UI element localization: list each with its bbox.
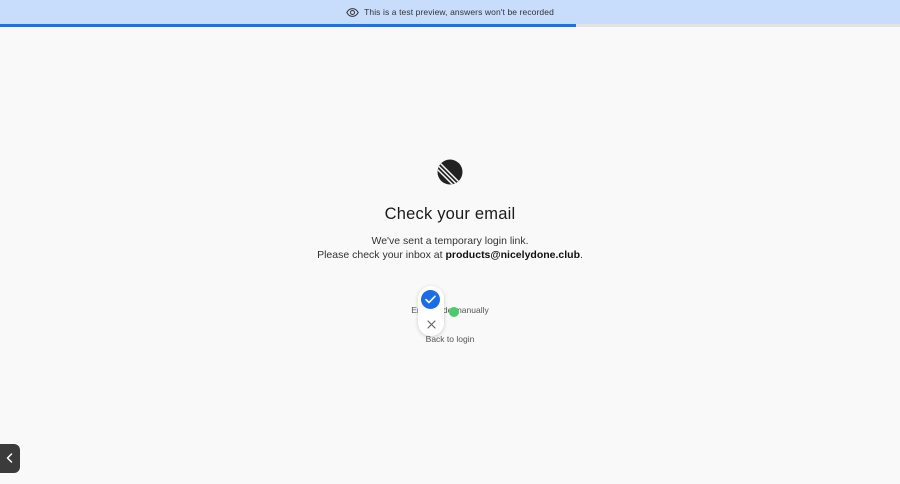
close-icon[interactable] [423, 316, 439, 332]
inbox-message-suffix: . [580, 249, 583, 261]
email-address: products@nicelydone.club [445, 249, 580, 261]
checkmark-icon[interactable] [421, 290, 440, 309]
page-title: Check your email [384, 205, 516, 223]
inbox-message: Please check your inbox at products@nice… [0, 249, 900, 261]
inbox-message-prefix: Please check your inbox at [317, 249, 446, 261]
feedback-popup [418, 286, 444, 336]
cursor-indicator [449, 307, 459, 317]
progress-bar [0, 24, 900, 27]
back-to-login-link[interactable]: Back to login [0, 334, 900, 344]
preview-banner-text: This is a test preview, answers won't be… [364, 7, 554, 17]
eye-icon [346, 7, 359, 17]
sidebar-toggle-button[interactable] [0, 444, 20, 473]
linear-logo-icon [437, 159, 463, 185]
preview-banner: This is a test preview, answers won't be… [0, 0, 900, 24]
chevron-left-icon [6, 450, 13, 468]
progress-fill [0, 24, 576, 27]
sent-message: We've sent a temporary login link. [371, 235, 529, 247]
